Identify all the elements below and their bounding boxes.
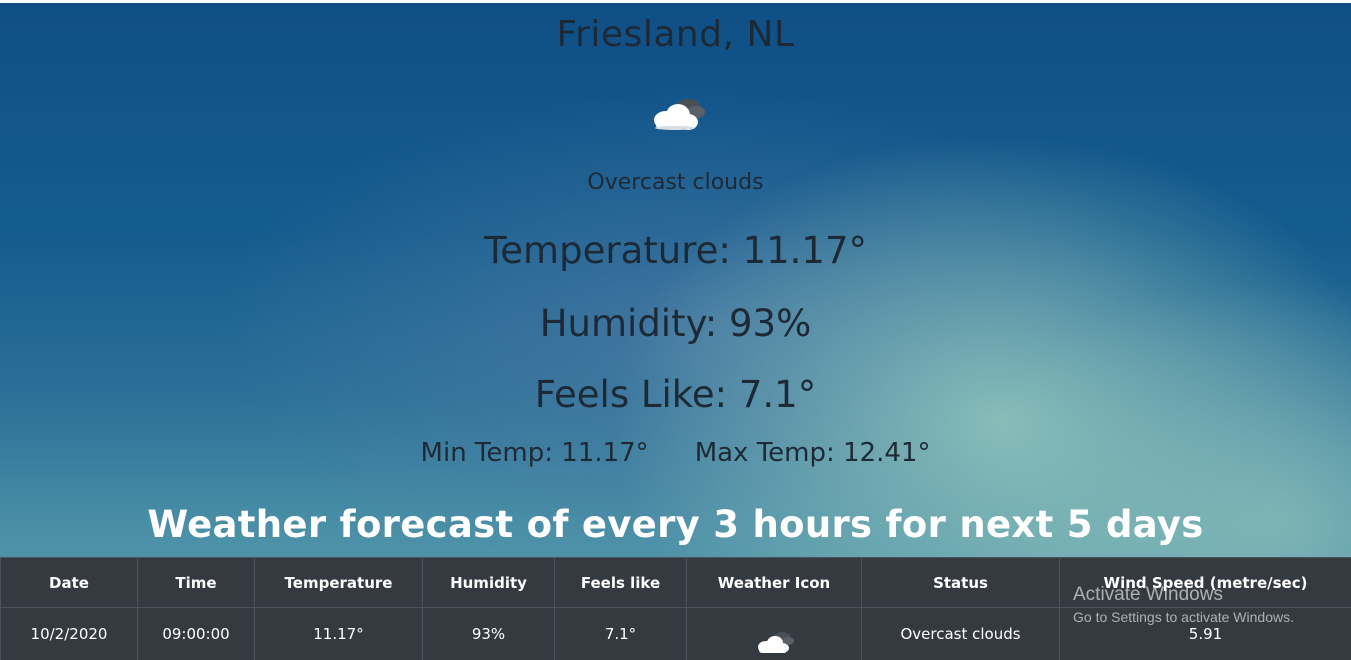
cell-feels-like: 7.1° <box>554 607 687 660</box>
cloud-overcast-icon <box>654 99 705 130</box>
cell-date: 10/2/2020 <box>0 607 138 660</box>
current-temperature: Temperature: 11.17° <box>483 229 868 272</box>
column-header-humidity: Humidity <box>422 557 555 608</box>
cell-humidity: 93% <box>422 607 555 660</box>
watermark-subtitle: Go to Settings to activate Windows. <box>1073 609 1294 625</box>
watermark-title: Activate Windows <box>1073 584 1223 605</box>
column-header-feels-like: Feels like <box>554 557 687 608</box>
activate-windows-watermark: Activate Windows Go to Settings to activ… <box>1073 584 1294 625</box>
column-header-weather-icon: Weather Icon <box>686 557 862 608</box>
forecast-title: Weather forecast of every 3 hours for ne… <box>147 503 1204 546</box>
city-name: Friesland, NL <box>556 14 795 55</box>
column-header-temperature: Temperature <box>254 557 423 608</box>
weather-description: Overcast clouds <box>587 170 764 195</box>
cloud-overcast-icon <box>758 632 794 653</box>
cell-time: 09:00:00 <box>137 607 255 660</box>
top-border <box>0 0 1351 3</box>
cell-temperature: 11.17° <box>254 607 423 660</box>
cell-weather-icon <box>686 607 862 660</box>
column-header-status: Status <box>861 557 1060 608</box>
min-max-temperatures: Min Temp: 11.17° Max Temp: 12.41° <box>0 438 1351 468</box>
max-temp: Max Temp: 12.41° <box>694 438 931 468</box>
column-header-time: Time <box>137 557 255 608</box>
current-humidity: Humidity: 93% <box>539 302 812 345</box>
cell-status: Overcast clouds <box>861 607 1060 660</box>
column-header-date: Date <box>0 557 138 608</box>
min-temp: Min Temp: 11.17° <box>420 438 649 468</box>
current-feels-like: Feels Like: 7.1° <box>534 373 817 416</box>
